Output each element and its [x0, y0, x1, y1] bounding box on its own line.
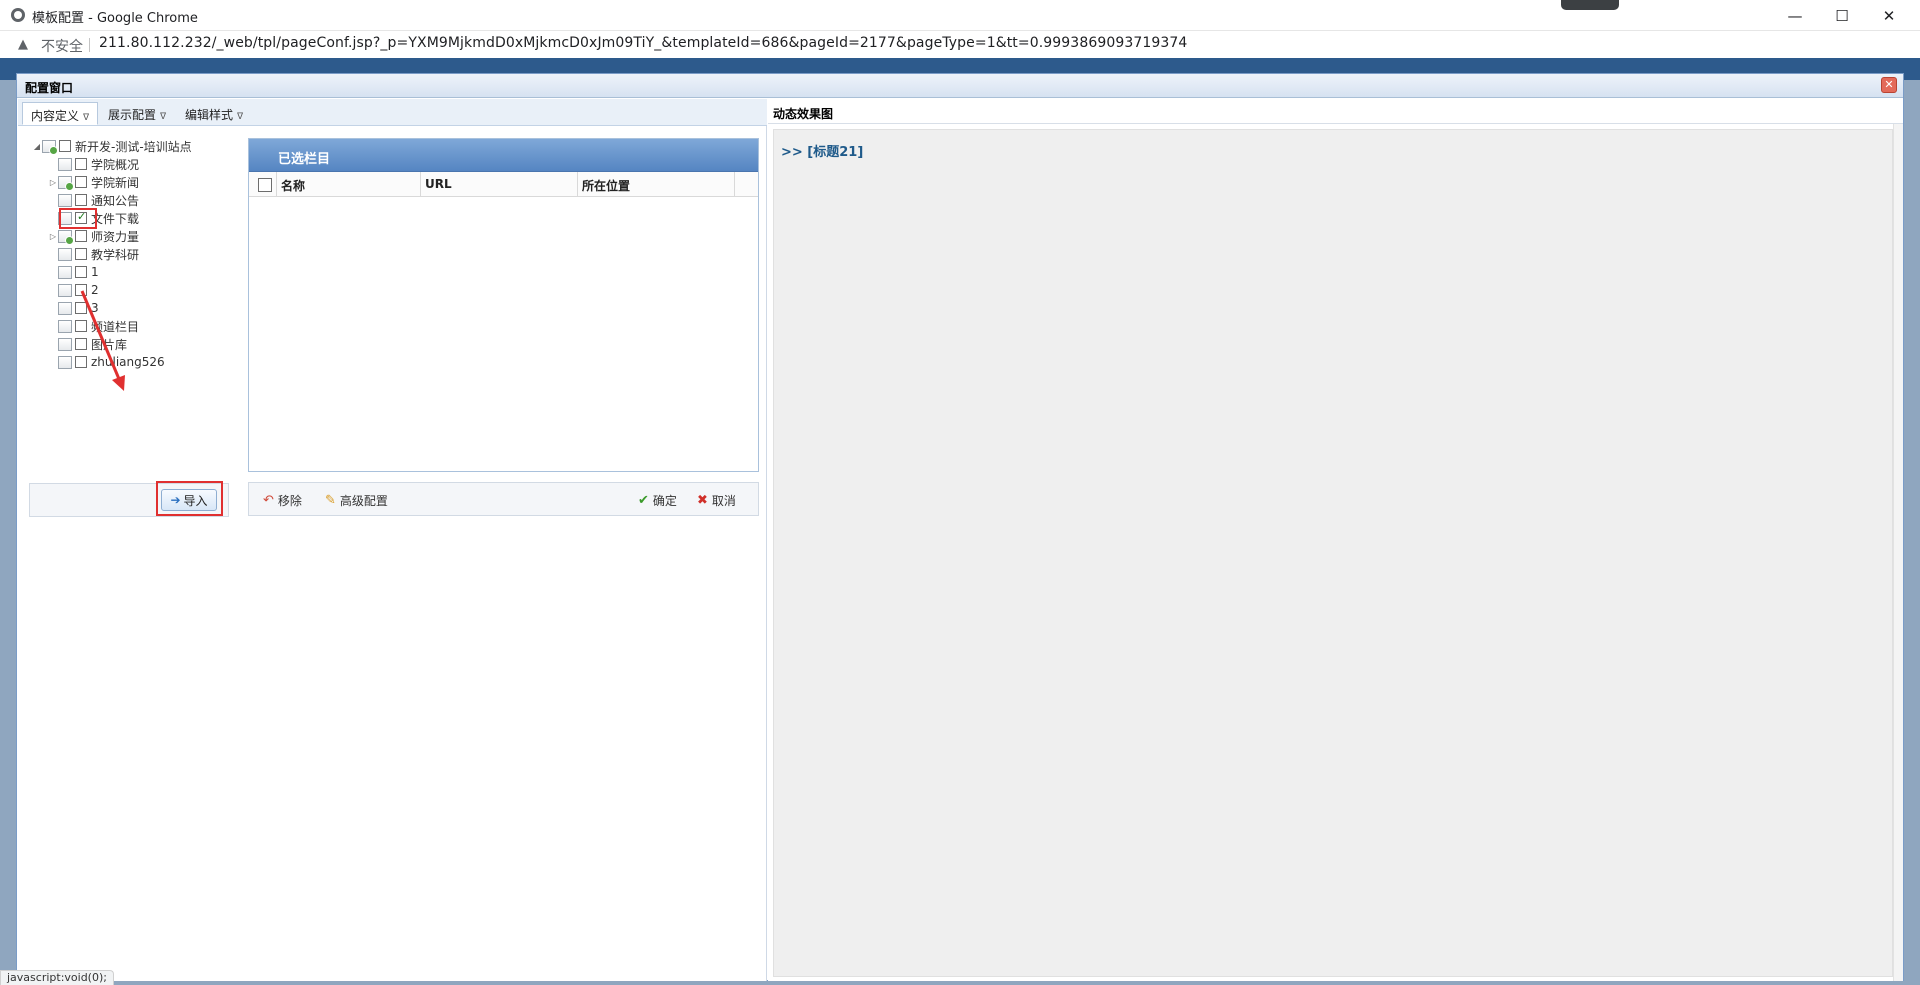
annotation-arrow	[80, 290, 125, 391]
annotation-arrow-line	[80, 290, 121, 380]
status-bar: javascript:void(0);	[0, 970, 114, 985]
